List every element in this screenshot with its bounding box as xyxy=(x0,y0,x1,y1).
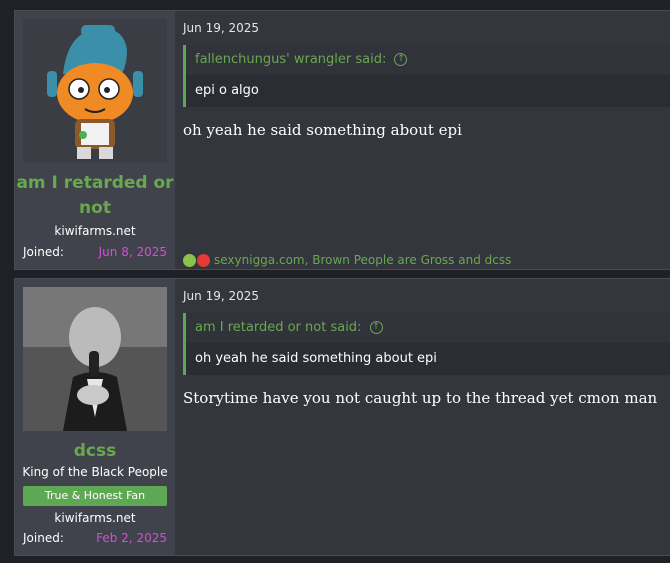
post-body: Jun 19, 2025 fallenchungus' wrangler sai… xyxy=(175,11,670,269)
post-date[interactable]: Jun 19, 2025 xyxy=(183,289,259,303)
joined-label: Joined: xyxy=(23,245,64,259)
joined-date: Feb 2, 2025 xyxy=(96,531,167,545)
quote-author[interactable]: fallenchungus' wrangler said: xyxy=(195,52,386,67)
user-site: kiwifarms.net xyxy=(54,511,136,525)
reactions-text[interactable]: sexynigga.com, Brown People are Gross an… xyxy=(214,253,511,267)
photo-avatar-image xyxy=(23,287,167,431)
post: dcss King of the Black People True & Hon… xyxy=(14,278,670,556)
avatar[interactable] xyxy=(23,287,167,431)
jump-arrow-icon[interactable]: ↑ xyxy=(394,53,408,66)
cartoon-avatar-image xyxy=(47,25,143,159)
puzzle-reaction-icon xyxy=(183,253,196,267)
reactions-bar[interactable]: sexynigga.com, Brown People are Gross an… xyxy=(183,253,511,267)
avatar[interactable] xyxy=(23,19,167,163)
username[interactable]: am I retarded or not xyxy=(15,171,175,221)
quote-text: oh yeah he said something about epi xyxy=(186,343,670,375)
post-body: Jun 19, 2025 am I retarded or not said: … xyxy=(175,279,670,555)
user-site: kiwifarms.net xyxy=(54,224,136,238)
joined-label: Joined: xyxy=(23,531,64,545)
quote-block: am I retarded or not said: ↑ oh yeah he … xyxy=(183,313,670,375)
joined-date: Jun 8, 2025 xyxy=(98,245,167,259)
user-panel: dcss King of the Black People True & Hon… xyxy=(15,279,175,555)
post-message: Storytime have you not caught up to the … xyxy=(183,389,658,407)
quote-header[interactable]: fallenchungus' wrangler said: ↑ xyxy=(186,45,670,75)
clock-reaction-icon xyxy=(197,253,210,267)
post-date[interactable]: Jun 19, 2025 xyxy=(183,21,259,35)
user-title: King of the Black People xyxy=(22,465,168,479)
quote-header[interactable]: am I retarded or not said: ↑ xyxy=(186,313,670,343)
username[interactable]: dcss xyxy=(15,439,175,464)
post-message: oh yeah he said something about epi xyxy=(183,121,462,139)
user-badge: True & Honest Fan xyxy=(23,486,167,506)
jump-arrow-icon[interactable]: ↑ xyxy=(369,321,383,334)
quote-block: fallenchungus' wrangler said: ↑ epi o al… xyxy=(183,45,670,107)
quote-text: epi o algo xyxy=(186,75,670,107)
user-panel: am I retarded or not kiwifarms.net Joine… xyxy=(15,11,175,269)
quote-author[interactable]: am I retarded or not said: xyxy=(195,320,361,335)
post: am I retarded or not kiwifarms.net Joine… xyxy=(14,10,670,270)
